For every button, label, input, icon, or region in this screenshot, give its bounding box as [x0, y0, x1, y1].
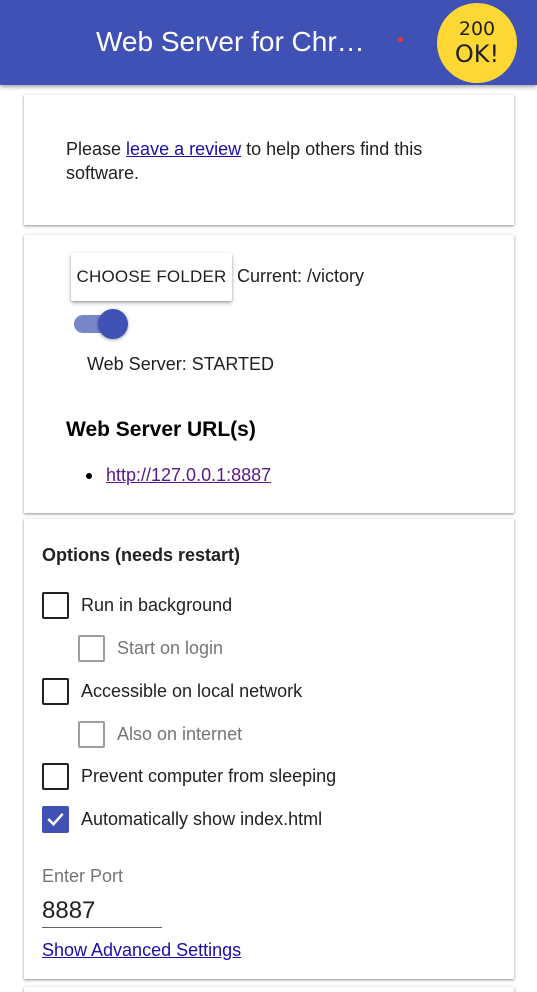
200-ok-logo-icon: 200 OK!	[437, 3, 517, 83]
checkbox[interactable]	[42, 678, 69, 705]
leave-review-link[interactable]: leave a review	[126, 139, 241, 159]
option-label: Start on login	[117, 638, 224, 658]
checkmark-icon	[47, 812, 64, 827]
urls-heading: Web Server URL(s)	[66, 418, 256, 441]
port-input[interactable]	[42, 894, 162, 928]
server-card: CHOOSE FOLDER Current: /victory Web Serv…	[24, 235, 514, 513]
svg-text:OK!: OK!	[455, 40, 499, 68]
checkbox[interactable]	[78, 721, 105, 748]
url-list-item: http://127.0.0.1:8887	[86, 465, 271, 486]
next-card	[24, 987, 514, 992]
toggle-knob	[98, 309, 128, 339]
svg-text:200: 200	[459, 18, 495, 40]
option-label: Run in background	[81, 595, 233, 615]
review-message: Please leave a review to help others fin…	[66, 139, 423, 183]
choose-folder-button[interactable]: CHOOSE FOLDER	[71, 253, 232, 301]
notification-dot	[398, 37, 403, 42]
option-label: Automatically show index.html	[81, 809, 323, 829]
option-label: Accessible on local network	[81, 681, 303, 701]
options-card: Options (needs restart) Run in backgroun…	[24, 519, 514, 979]
checkbox-checked[interactable]	[42, 806, 69, 833]
options-heading: Options (needs restart)	[42, 545, 241, 565]
server-status-text: Web Server: STARTED	[87, 354, 275, 374]
checkbox[interactable]	[78, 635, 105, 662]
checkbox[interactable]	[42, 763, 69, 790]
port-label: Enter Port	[42, 866, 124, 886]
option-label: Also on internet	[117, 724, 243, 744]
review-card: Please leave a review to help others fin…	[24, 95, 514, 225]
server-url-link[interactable]: http://127.0.0.1:8887	[106, 465, 271, 485]
current-folder-text: Current: /victory	[237, 266, 365, 286]
option-label: Prevent computer from sleeping	[81, 766, 337, 786]
show-advanced-settings-link[interactable]: Show Advanced Settings	[42, 940, 241, 961]
server-toggle[interactable]	[74, 308, 130, 339]
checkbox[interactable]	[42, 592, 69, 619]
bullet-icon	[86, 473, 92, 479]
app-bar: Web Server for Chr… 200 OK!	[0, 0, 537, 85]
app-title: Web Server for Chr…	[96, 26, 365, 57]
